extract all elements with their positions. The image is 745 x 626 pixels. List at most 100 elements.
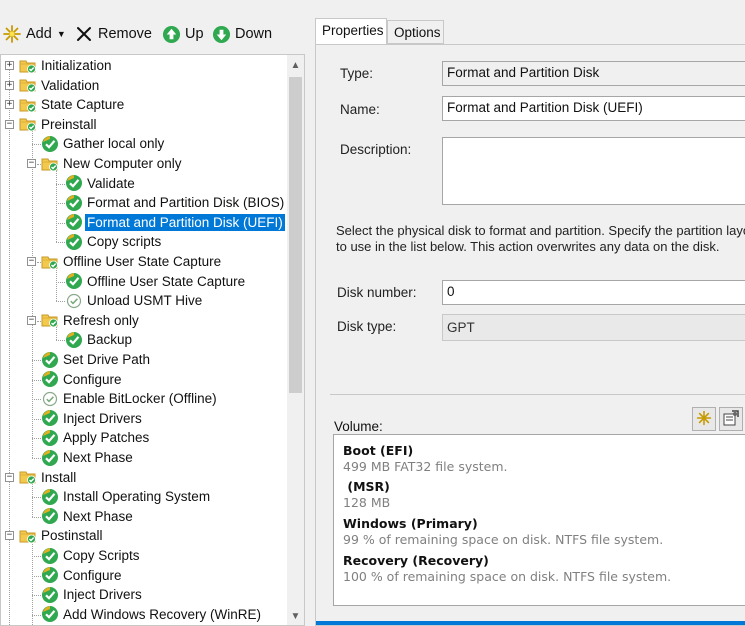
collapse-icon[interactable]: − xyxy=(5,531,14,541)
tree-group[interactable]: Refresh only xyxy=(41,311,141,330)
tree-item-label: Offline User State Capture xyxy=(63,254,222,269)
collapse-icon[interactable]: − xyxy=(5,119,14,129)
tree-item-label: Unload USMT Hive xyxy=(87,293,203,309)
remove-button[interactable]: Remove xyxy=(74,22,152,46)
tree-group[interactable]: Initialization xyxy=(19,56,114,75)
disk-type-select[interactable]: GPT xyxy=(442,314,745,341)
instructions-text: Select the physical disk to format and p… xyxy=(336,223,745,255)
check-icon xyxy=(41,586,59,604)
disk-type-label: Disk type: xyxy=(337,319,397,334)
collapse-icon[interactable]: − xyxy=(27,315,36,325)
add-button[interactable]: Add ▼ xyxy=(2,22,66,46)
tree-step[interactable]: Inject Drivers xyxy=(41,409,144,428)
tree-group[interactable]: Offline User State Capture xyxy=(41,252,223,271)
disk-number-field[interactable]: 0 xyxy=(442,280,745,305)
tree-step[interactable]: Backup xyxy=(65,330,134,349)
tree-step[interactable]: Next Phase xyxy=(41,448,135,467)
up-button[interactable]: Up xyxy=(161,22,204,46)
check-icon xyxy=(41,409,59,427)
expand-icon[interactable]: + xyxy=(5,80,14,90)
collapse-icon[interactable]: − xyxy=(27,257,36,266)
disabled-check-icon xyxy=(41,390,59,408)
expand-icon[interactable]: + xyxy=(5,61,14,70)
tree-step[interactable]: Unload USMT Hive xyxy=(65,291,204,310)
instructions-line-2: to use in the list below. This action ov… xyxy=(336,239,720,254)
folder-icon xyxy=(19,527,37,545)
tree-item-label: Install xyxy=(41,469,77,485)
tree-item-label: Inject Drivers xyxy=(63,587,142,603)
tree-item-label: State Capture xyxy=(41,97,125,113)
tree-item-label: Format and Partition Disk (UEFI) xyxy=(85,213,285,231)
volume-name: (MSR) xyxy=(343,479,390,494)
folder-icon xyxy=(19,76,37,94)
tree-step[interactable]: Format and Partition Disk (UEFI) xyxy=(65,213,285,232)
tree-step[interactable]: Validate xyxy=(65,174,137,193)
tab-properties[interactable]: Properties xyxy=(315,18,387,45)
chevron-down-icon[interactable]: ▼ xyxy=(57,29,66,39)
check-icon xyxy=(41,566,59,584)
scrollbar-thumb[interactable] xyxy=(289,77,302,393)
expand-icon[interactable]: + xyxy=(5,100,14,110)
tree-item-label: Inject Drivers xyxy=(63,410,142,426)
folder-icon xyxy=(41,311,59,329)
list-item[interactable]: Boot (EFI) 499 MB FAT32 file system. xyxy=(343,443,507,474)
tree-item-label: Format and Partition Disk (BIOS) xyxy=(87,195,285,211)
check-icon xyxy=(41,429,59,447)
folder-icon xyxy=(19,468,37,486)
tree-item-label: Install Operating System xyxy=(63,489,211,505)
properties-panel: Type: Format and Partition Disk Name: Fo… xyxy=(315,44,745,626)
list-item[interactable]: Windows (Primary) 99 % of remaining spac… xyxy=(343,516,663,547)
tab-options[interactable]: Options xyxy=(387,20,444,44)
check-icon xyxy=(41,135,59,153)
collapse-icon[interactable]: − xyxy=(27,159,36,168)
tree-group[interactable]: Validation xyxy=(19,76,101,95)
tree-step[interactable]: Configure xyxy=(41,370,124,389)
tree-group[interactable]: State Capture xyxy=(19,95,126,114)
check-icon xyxy=(65,194,83,212)
tree-group[interactable]: Preinstall xyxy=(19,115,99,134)
tree-step[interactable]: Enable BitLocker (Offline) xyxy=(41,389,219,408)
folder-icon xyxy=(19,57,37,75)
folder-icon xyxy=(41,253,59,271)
tree-step[interactable]: Set Drive Path xyxy=(41,350,152,369)
scroll-down-arrow-icon[interactable]: ▼ xyxy=(287,608,304,625)
add-volume-button[interactable] xyxy=(692,407,716,431)
tree-item-label: Set Drive Path xyxy=(63,352,151,367)
folder-icon xyxy=(19,96,37,114)
tree-step[interactable]: Copy scripts xyxy=(65,232,163,251)
check-icon xyxy=(65,331,83,349)
collapse-icon[interactable]: − xyxy=(5,472,14,482)
description-field[interactable] xyxy=(442,137,745,205)
tree-step[interactable]: Configure xyxy=(41,566,124,585)
task-sequence-tree[interactable]: Initialization + Validation + State Capture +… xyxy=(0,54,305,626)
name-field[interactable]: Format and Partition Disk (UEFI) xyxy=(442,96,745,121)
tree-group[interactable]: New Computer only xyxy=(41,154,184,173)
tree-step[interactable]: Next Phase xyxy=(41,507,135,526)
tree-item-label: Copy scripts xyxy=(87,234,162,250)
tree-item-label: Next Phase xyxy=(63,508,133,524)
check-icon xyxy=(65,174,83,192)
tree-step[interactable]: Gather local only xyxy=(41,134,166,153)
disabled-check-icon xyxy=(65,292,83,310)
volume-properties-button[interactable] xyxy=(719,407,743,431)
tree-group[interactable]: Install xyxy=(19,468,78,487)
volume-list[interactable]: Boot (EFI) 499 MB FAT32 file system. (MS… xyxy=(333,434,745,606)
tree-step[interactable]: Apply Patches xyxy=(41,428,151,447)
tree-step[interactable]: Add Windows Recovery (WinRE) xyxy=(41,605,263,624)
tree-step[interactable]: Install Operating System xyxy=(41,487,212,506)
instructions-line-1: Select the physical disk to format and p… xyxy=(336,223,745,238)
type-field: Format and Partition Disk xyxy=(442,61,745,86)
list-item[interactable]: (MSR) 128 MB xyxy=(343,479,390,510)
tree-step[interactable]: Inject Drivers xyxy=(41,585,144,604)
tree-group[interactable]: Postinstall xyxy=(19,526,105,545)
list-item[interactable]: Recovery (Recovery) 100 % of remaining s… xyxy=(343,553,671,584)
tree-step[interactable]: Format and Partition Disk (BIOS) xyxy=(65,193,286,212)
divider xyxy=(330,394,745,395)
toolbar: Add ▼ Remove Up Down xyxy=(0,0,305,44)
tree-step[interactable]: Copy Scripts xyxy=(41,546,142,565)
down-button[interactable]: Down xyxy=(211,22,272,46)
scroll-up-arrow-icon[interactable]: ▲ xyxy=(287,57,304,74)
tree-item-label: Gather local only xyxy=(63,136,165,152)
tree-scrollbar[interactable]: ▲ ▼ xyxy=(287,55,304,625)
tree-step[interactable]: Offline User State Capture xyxy=(65,272,247,291)
